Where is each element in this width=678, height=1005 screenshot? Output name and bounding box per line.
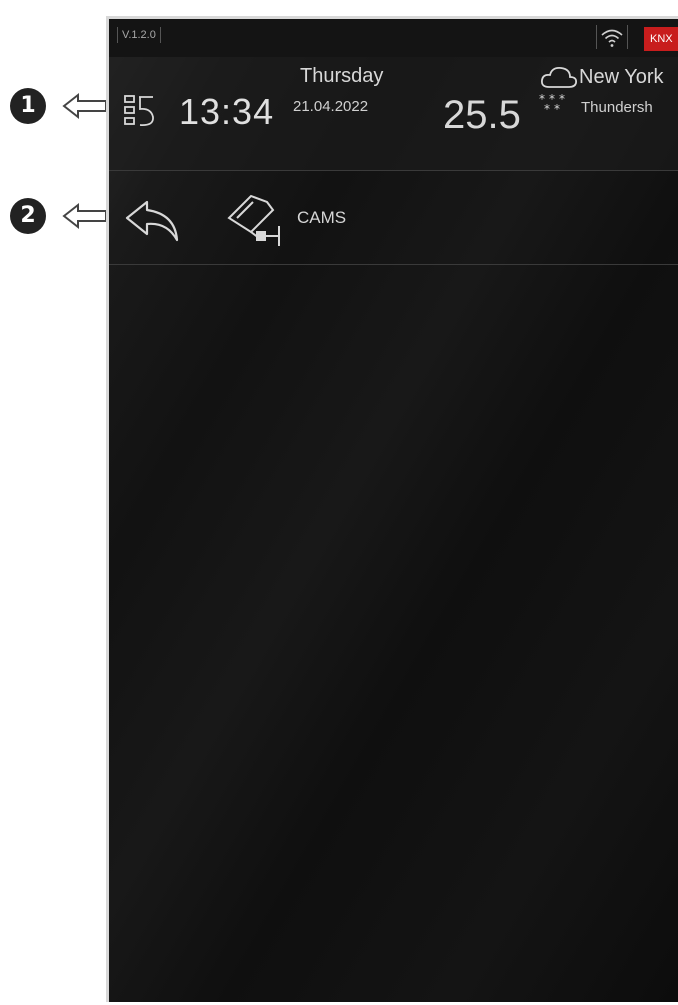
clock-time: 13:34: [179, 91, 275, 132]
back-arrow-icon[interactable]: [123, 196, 181, 244]
page-title: CAMS: [297, 208, 347, 227]
navigation-bar: CAMS: [109, 170, 678, 265]
temperature-value: 25.5: [443, 93, 521, 137]
device-screen: V.1.2.0 KNX 13:34 Thursday 21.04.2022 25…: [106, 16, 678, 1002]
snow-icon: * * * * *: [539, 93, 565, 116]
callout-arrow-icon: [62, 92, 107, 120]
wifi-icon: [596, 25, 628, 49]
header-info: 13:34 Thursday 21.04.2022 25.5 * * * * * Ne…: [109, 57, 678, 171]
callout-badge-2: 2: [10, 198, 46, 234]
weather-condition: Thundersh: [581, 99, 653, 116]
version-label: V.1.2.0: [117, 27, 161, 43]
svg-text:*: *: [554, 102, 560, 116]
callout-arrow-icon: [62, 202, 107, 230]
svg-text:*: *: [544, 102, 550, 116]
weekday-label: Thursday: [300, 65, 384, 87]
status-bar: V.1.2.0 KNX: [109, 19, 678, 57]
city-label: New York: [579, 66, 664, 88]
menu-icon[interactable]: [123, 93, 159, 129]
knx-status-badge: KNX: [644, 27, 678, 51]
security-camera-icon: [227, 194, 280, 246]
callout-badge-1: 1: [10, 88, 46, 124]
cloud-icon: [540, 66, 578, 88]
date-label: 21.04.2022: [293, 98, 369, 115]
